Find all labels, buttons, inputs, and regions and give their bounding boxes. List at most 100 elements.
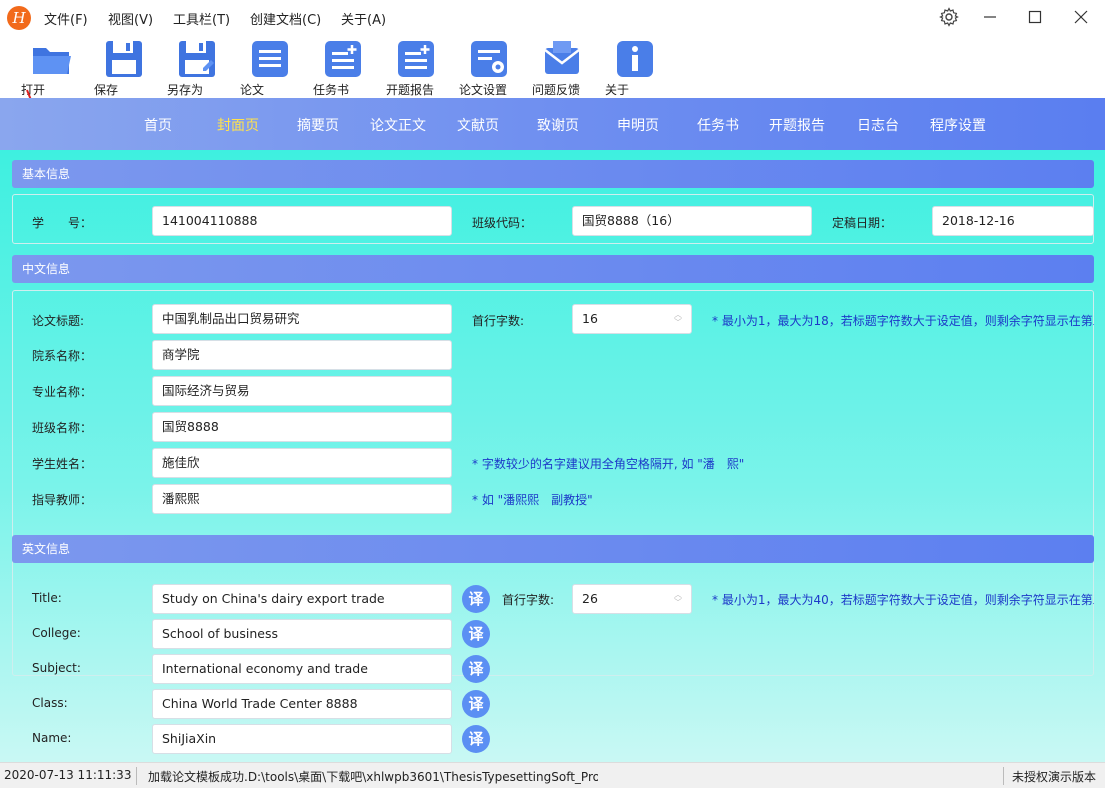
main-content: 基本信息 学 号： 141004110888 班级代码： 国贸8888（16） … <box>0 150 1105 762</box>
major-field[interactable]: 国际经济与贸易 <box>152 376 452 406</box>
class-code-label: 班级代码： <box>472 216 533 230</box>
final-date-field[interactable]: 2018-12-16 <box>932 206 1094 236</box>
add-document-icon <box>398 41 434 77</box>
thesis-settings-button[interactable]: 论文设置 <box>459 36 519 97</box>
mail-icon <box>544 41 580 74</box>
menu-file[interactable]: 文件(F) <box>44 9 88 28</box>
cn-class-field[interactable]: 国贸8888 <box>152 412 452 442</box>
thesis-label: 论文 <box>240 83 265 97</box>
task-book-label: 任务书 <box>313 83 350 97</box>
thesis-settings-label: 论文设置 <box>459 83 508 97</box>
student-name-label: 学生姓名： <box>32 457 93 471</box>
translate-subject-button[interactable]: 译 <box>462 655 490 683</box>
en-first-line-label: 首行字数: <box>502 593 555 607</box>
status-divider <box>136 767 137 785</box>
feedback-button[interactable]: 问题反馈 <box>532 36 592 97</box>
add-document-icon <box>325 41 361 77</box>
feedback-label: 问题反馈 <box>532 83 581 97</box>
close-icon[interactable] <box>1068 4 1094 30</box>
en-title-field[interactable]: Study on China's dairy export trade <box>152 584 452 614</box>
save-as-icon <box>179 41 215 77</box>
class-code-field[interactable]: 国贸8888（16） <box>572 206 812 236</box>
stepper-arrows-icon[interactable]: ︿ ﹀ <box>673 591 683 607</box>
en-first-line-value: 26 <box>582 591 598 606</box>
translate-name-button[interactable]: 译 <box>462 725 490 753</box>
status-datetime: 2020-07-13 11:11:33 <box>4 768 132 782</box>
chinese-info-header: 中文信息 <box>12 255 1094 283</box>
document-list-icon <box>252 41 288 77</box>
final-date-label: 定稿日期： <box>832 216 893 230</box>
subject-label: Subject: <box>32 661 81 675</box>
advisor-label: 指导教师： <box>32 493 93 507</box>
tab-declaration[interactable]: 申明页 <box>617 115 659 135</box>
en-class-label: Class: <box>32 696 68 710</box>
status-bar: 2020-07-13 11:11:33 加载论文模板成功.D:\tools\桌面… <box>0 762 1105 788</box>
advisor-field[interactable]: 潘熙熙 <box>152 484 452 514</box>
subject-field[interactable]: International economy and trade <box>152 654 452 684</box>
tab-references[interactable]: 文献页 <box>457 115 499 135</box>
tab-home[interactable]: 首页 <box>144 115 172 135</box>
cn-first-line-hint: * 最小为1，最大为18，若标题字符数大于设定值，则剩余字符显示在第二 <box>712 314 1094 328</box>
save-as-label: 另存为 <box>167 83 204 97</box>
thesis-button[interactable]: 论文 <box>240 36 300 97</box>
college-label: College: <box>32 626 81 640</box>
cn-first-line-label: 首行字数: <box>472 314 525 328</box>
major-label: 专业名称： <box>32 385 93 399</box>
app-logo: H <box>7 6 31 30</box>
page-nav: 首页 封面页 摘要页 论文正文 文献页 致谢页 申明页 任务书 开题报告 日志台… <box>0 98 1105 150</box>
tab-proposal[interactable]: 开题报告 <box>769 115 825 135</box>
menu-toolbar[interactable]: 工具栏(T) <box>173 9 230 28</box>
student-name-field[interactable]: 施佳欣 <box>152 448 452 478</box>
tab-acknowledgements[interactable]: 致谢页 <box>537 115 579 135</box>
about-button[interactable]: 关于 <box>605 36 665 97</box>
en-class-field[interactable]: China World Trade Center 8888 <box>152 689 452 719</box>
name-label: Name: <box>32 731 72 745</box>
translate-title-button[interactable]: 译 <box>462 585 490 613</box>
status-divider <box>1003 767 1004 785</box>
status-message: 加载论文模板成功.D:\tools\桌面\下载吧\xhlwpb3601\Thes… <box>148 770 598 784</box>
about-label: 关于 <box>605 83 630 97</box>
tab-settings[interactable]: 程序设置 <box>930 115 986 135</box>
save-as-button[interactable]: 另存为 <box>167 36 227 97</box>
tab-body[interactable]: 论文正文 <box>370 115 426 135</box>
stepper-arrows-icon[interactable]: ︿ ﹀ <box>673 311 683 327</box>
cn-title-label: 论文标题: <box>32 314 85 328</box>
menu-create-doc[interactable]: 创建文档(C) <box>250 9 321 28</box>
task-book-button[interactable]: 任务书 <box>313 36 373 97</box>
name-field[interactable]: ShiJiaXin <box>152 724 452 754</box>
en-first-line-stepper[interactable]: 26 ︿ ﹀ <box>572 584 692 614</box>
toolbar: 打开 保存 另存为 论文 任务书 开题报告 论文设置 问题反馈 关于 <box>0 36 1105 98</box>
advisor-hint: * 如 "潘熙熙 副教授" <box>472 493 593 507</box>
tab-cover[interactable]: 封面页 <box>217 115 259 135</box>
menu-view[interactable]: 视图(V) <box>108 9 153 28</box>
en-title-label: Title: <box>32 591 62 605</box>
english-info-header: 英文信息 <box>12 535 1094 563</box>
dept-label: 院系名称： <box>32 349 93 363</box>
menu-about[interactable]: 关于(A) <box>341 9 386 28</box>
proposal-label: 开题报告 <box>386 83 435 97</box>
student-id-label: 学 号： <box>32 216 93 230</box>
cn-first-line-value: 16 <box>582 311 598 326</box>
cn-title-field[interactable]: 中国乳制品出口贸易研究 <box>152 304 452 334</box>
tab-log[interactable]: 日志台 <box>857 115 899 135</box>
open-button[interactable]: 打开 <box>21 36 81 97</box>
license-status: 未授权演示版本 <box>1012 770 1097 784</box>
settings-gear-icon[interactable] <box>936 4 962 30</box>
tab-abstract[interactable]: 摘要页 <box>297 115 339 135</box>
document-settings-icon <box>471 41 507 77</box>
maximize-icon[interactable] <box>1022 4 1048 30</box>
cn-first-line-stepper[interactable]: 16 ︿ ﹀ <box>572 304 692 334</box>
student-id-field[interactable]: 141004110888 <box>152 206 452 236</box>
dept-field[interactable]: 商学院 <box>152 340 452 370</box>
translate-college-button[interactable]: 译 <box>462 620 490 648</box>
folder-icon <box>33 48 71 74</box>
minimize-icon[interactable] <box>977 4 1003 30</box>
college-field[interactable]: School of business <box>152 619 452 649</box>
translate-class-button[interactable]: 译 <box>462 690 490 718</box>
save-button[interactable]: 保存 <box>94 36 154 97</box>
en-first-line-hint: * 最小为1，最大为40，若标题字符数大于设定值，则剩余字符显示在第二 <box>712 593 1094 607</box>
tab-task-book[interactable]: 任务书 <box>697 115 739 135</box>
title-bar: H 文件(F) 视图(V) 工具栏(T) 创建文档(C) 关于(A) <box>0 0 1105 36</box>
info-icon <box>617 41 653 77</box>
proposal-button[interactable]: 开题报告 <box>386 36 446 97</box>
